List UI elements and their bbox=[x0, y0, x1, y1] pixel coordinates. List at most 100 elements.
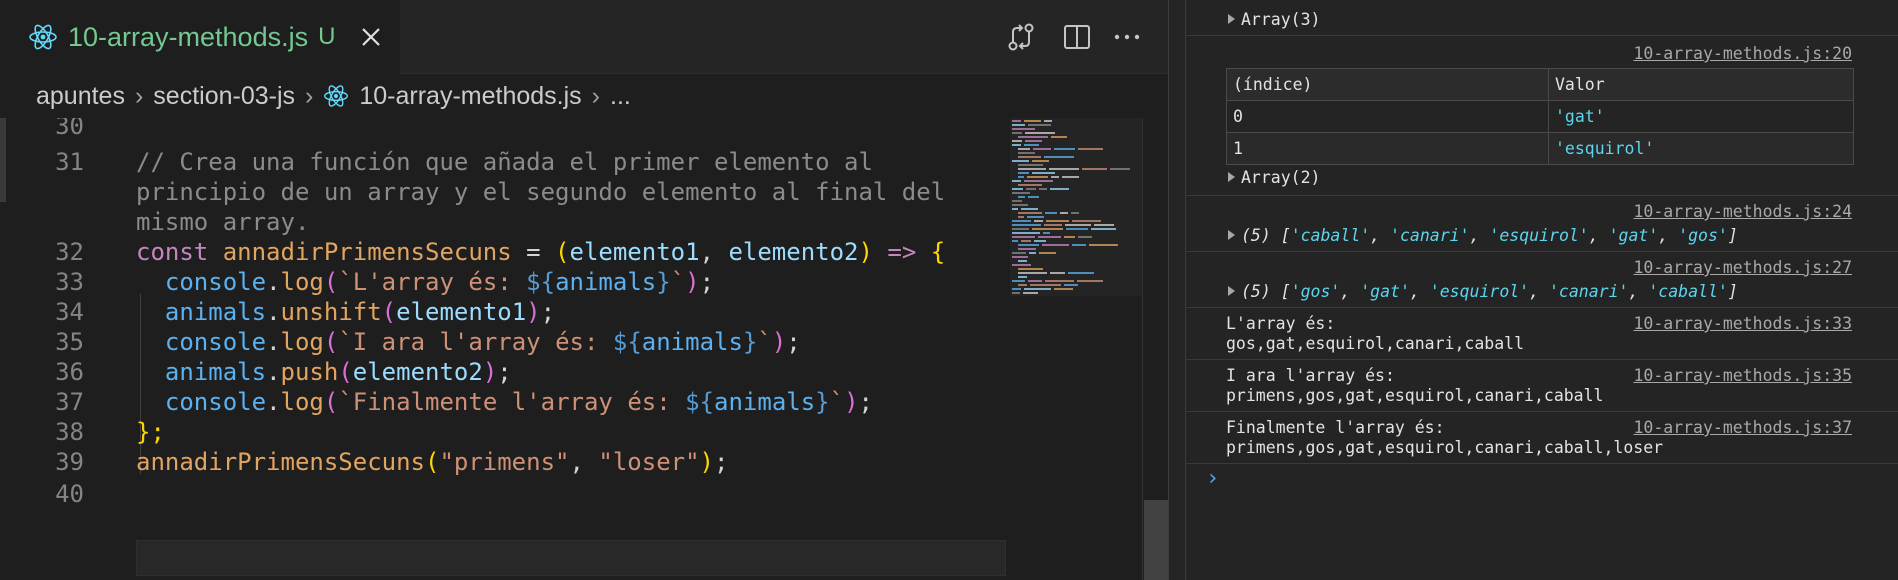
collapsed-array[interactable]: Array(2) bbox=[1228, 168, 1320, 187]
code-editor[interactable]: 10-array-methods.js U apuntes › section-… bbox=[0, 0, 1168, 580]
array-preview[interactable]: (5) ['caball', 'canari', 'esquirol', 'ga… bbox=[1228, 226, 1738, 245]
minimap-line bbox=[1018, 152, 1035, 154]
minimap-line bbox=[1012, 240, 1018, 242]
array-preview[interactable]: (5) ['gos', 'gat', 'esquirol', 'canari',… bbox=[1228, 282, 1738, 301]
minimap-line bbox=[1012, 208, 1018, 210]
minimap-line bbox=[1012, 228, 1029, 230]
minimap-line bbox=[1012, 144, 1021, 146]
minimap-line bbox=[1023, 292, 1038, 294]
code-line-32: const annadirPrimensSecuns = (elemento1,… bbox=[136, 238, 946, 266]
log-text: primens,gos,gat,esquirol,canari,caball bbox=[1226, 386, 1604, 405]
minimap-line bbox=[1072, 220, 1101, 222]
table-cell: 'gat' bbox=[1548, 100, 1854, 133]
minimap-line bbox=[1038, 236, 1061, 238]
minimap-line bbox=[1045, 280, 1074, 282]
expand-arrow-icon[interactable] bbox=[1228, 14, 1235, 24]
source-link[interactable]: 10-array-methods.js:27 bbox=[1633, 258, 1852, 277]
source-link[interactable]: 10-array-methods.js:37 bbox=[1633, 418, 1852, 437]
code-comment: principio de un array y el segundo eleme… bbox=[136, 178, 946, 206]
table-header-value[interactable]: Valor bbox=[1548, 68, 1854, 101]
minimap-line bbox=[1018, 172, 1029, 174]
minimap-line bbox=[1012, 236, 1035, 238]
expand-arrow-icon[interactable] bbox=[1228, 286, 1235, 296]
minimap-line bbox=[1039, 188, 1047, 190]
minimap-line bbox=[1049, 168, 1079, 170]
console-entry: 10-array-methods.js:24 (5) ['caball', 'c… bbox=[1186, 196, 1898, 252]
minimap-line bbox=[1077, 280, 1103, 282]
minimap-line bbox=[1012, 132, 1022, 134]
console-prompt[interactable]: › bbox=[1206, 466, 1219, 491]
collapsed-array[interactable]: Array(3) bbox=[1228, 10, 1320, 29]
breadcrumb-item-symbols[interactable]: ... bbox=[610, 82, 631, 111]
breadcrumb-item-file[interactable]: 10-array-methods.js bbox=[359, 82, 581, 111]
code-area[interactable]: 30 31 32 33 34 35 36 37 38 39 40 // Crea… bbox=[0, 118, 1010, 580]
minimap-line bbox=[1064, 236, 1075, 238]
minimap-line bbox=[1012, 180, 1021, 182]
code-line-36: animals.push(elemento2); bbox=[164, 358, 512, 386]
source-link[interactable]: 10-array-methods.js:20 bbox=[1633, 44, 1852, 63]
minimap-line bbox=[1018, 212, 1042, 214]
minimap-line bbox=[1072, 244, 1086, 246]
minimap-line bbox=[1032, 228, 1063, 230]
tab-untracked-badge: U bbox=[318, 23, 336, 50]
close-icon[interactable] bbox=[356, 22, 386, 52]
source-link[interactable]: 10-array-methods.js:33 bbox=[1633, 314, 1852, 333]
minimap-line bbox=[1012, 140, 1022, 142]
console-entry: 10-array-methods.js:33 L'array és: gos,g… bbox=[1186, 308, 1898, 360]
expand-arrow-icon[interactable] bbox=[1228, 172, 1235, 182]
minimap-line bbox=[1028, 124, 1051, 126]
minimap-line bbox=[1018, 184, 1042, 186]
minimap-line bbox=[1012, 160, 1029, 162]
minimap-line bbox=[1033, 148, 1051, 150]
minimap-line bbox=[1065, 224, 1091, 226]
table-cell: 0 bbox=[1226, 100, 1549, 133]
scrollbar-thumb[interactable] bbox=[1144, 500, 1168, 580]
minimap-line bbox=[1018, 168, 1046, 170]
breadcrumb-item-section[interactable]: section-03-js bbox=[153, 82, 295, 111]
minimap-line bbox=[1018, 268, 1043, 270]
minimap-line bbox=[1054, 148, 1075, 150]
minimap-line bbox=[1025, 140, 1042, 142]
minimap[interactable] bbox=[1010, 118, 1142, 298]
line-number: 34 bbox=[55, 298, 84, 326]
minimap-line bbox=[1018, 216, 1024, 218]
split-editor-icon[interactable] bbox=[1060, 20, 1094, 54]
minimap-line bbox=[1025, 132, 1055, 134]
minimap-line bbox=[1018, 272, 1047, 274]
log-text: primens,gos,gat,esquirol,canari,caball,l… bbox=[1226, 438, 1664, 457]
code-comment: mismo array. bbox=[136, 208, 310, 236]
table-cell: 1 bbox=[1226, 132, 1549, 165]
minimap-line bbox=[1018, 136, 1048, 138]
line-number: 30 bbox=[55, 118, 84, 140]
minimap-line bbox=[1060, 212, 1068, 214]
minimap-line bbox=[1012, 292, 1020, 294]
minimap-line bbox=[1018, 196, 1025, 198]
minimap-line bbox=[1034, 240, 1046, 242]
code-line-37: console.log(`Finalmente l'array és: ${an… bbox=[164, 388, 873, 416]
panel-divider[interactable] bbox=[1168, 0, 1186, 580]
more-actions-icon[interactable] bbox=[1110, 20, 1144, 54]
compare-changes-icon[interactable] bbox=[1004, 20, 1038, 54]
console-entry: 10-array-methods.js:37 Finalmente l'arra… bbox=[1186, 412, 1898, 464]
breadcrumb-item-apuntes[interactable]: apuntes bbox=[36, 82, 125, 111]
minimap-line bbox=[1042, 244, 1069, 246]
source-link[interactable]: 10-array-methods.js:24 bbox=[1633, 202, 1852, 221]
code-comment: // Crea una función que añada el primer … bbox=[136, 148, 873, 176]
table-header-index[interactable]: (índice) bbox=[1226, 68, 1549, 101]
code-line-39: annadirPrimensSecuns("primens", "loser")… bbox=[136, 448, 729, 476]
minimap-line bbox=[1032, 160, 1049, 162]
minimap-line bbox=[1050, 188, 1069, 190]
minimap-line bbox=[1094, 224, 1114, 226]
editor-tab-active[interactable]: 10-array-methods.js U bbox=[0, 0, 400, 74]
minimap-line bbox=[1024, 180, 1053, 182]
line-number: 35 bbox=[55, 328, 84, 356]
expand-arrow-icon[interactable] bbox=[1228, 230, 1235, 240]
minimap-line bbox=[1012, 120, 1021, 122]
editor-tab-bar: 10-array-methods.js U bbox=[0, 0, 1168, 74]
minimap-line bbox=[1091, 228, 1116, 230]
minimap-line bbox=[1071, 212, 1079, 214]
minimap-line bbox=[1044, 156, 1074, 158]
source-link[interactable]: 10-array-methods.js:35 bbox=[1633, 366, 1852, 385]
minimap-line bbox=[1028, 196, 1039, 198]
minimap-line bbox=[1044, 224, 1062, 226]
